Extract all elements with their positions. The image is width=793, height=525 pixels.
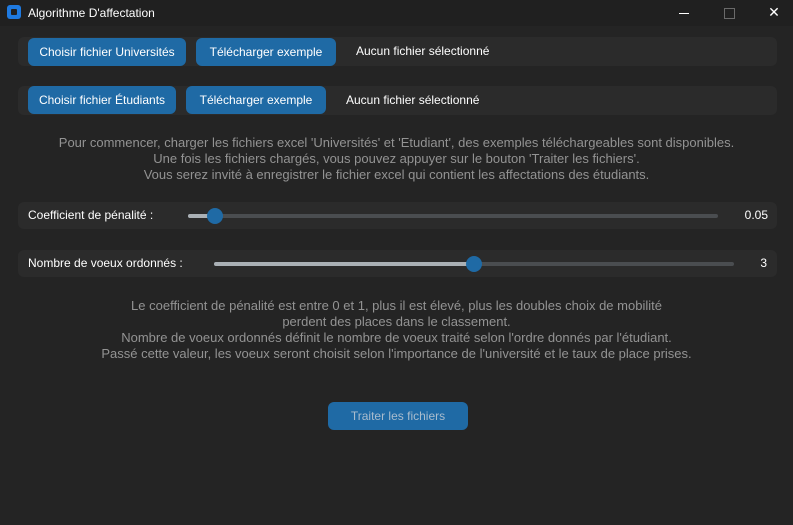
explanation-line-4: Passé cette valeur, les voeux seront cho… (101, 346, 692, 361)
maximize-button[interactable] (706, 0, 752, 26)
intro-text: Pour commencer, charger les fichiers exc… (0, 135, 793, 183)
penalty-frame: Coefficient de pénalité : 0.05 (18, 202, 777, 229)
wishes-frame: Nombre de voeux ordonnés : 3 (18, 250, 777, 277)
choose-students-button[interactable]: Choisir fichier Étudiants (28, 86, 176, 114)
penalty-label: Coefficient de pénalité : (28, 208, 154, 222)
explanation-line-3: Nombre de voeux ordonnés définit le nomb… (121, 330, 672, 345)
minimize-button[interactable] (661, 0, 707, 26)
wishes-slider-fill (214, 262, 474, 266)
universities-file-status: Aucun fichier sélectionné (356, 44, 490, 58)
choose-universities-button[interactable]: Choisir fichier Universités (28, 38, 186, 66)
intro-line-2: Une fois les fichiers chargés, vous pouv… (153, 151, 640, 166)
students-file-frame: Choisir fichier Étudiants Télécharger ex… (18, 86, 777, 115)
intro-line-3: Vous serez invité à enregistrer le fichi… (143, 167, 650, 182)
wishes-label: Nombre de voeux ordonnés : (28, 256, 183, 270)
explanation-line-1: Le coefficient de pénalité est entre 0 e… (131, 298, 662, 313)
wishes-value: 3 (760, 256, 767, 270)
window-title: Algorithme D'affectation (28, 6, 155, 20)
maximize-icon (723, 7, 735, 19)
title-bar: Algorithme D'affectation ✕ (0, 0, 793, 26)
wishes-slider[interactable] (214, 256, 734, 272)
close-button[interactable]: ✕ (751, 0, 793, 26)
explanation-text: Le coefficient de pénalité est entre 0 e… (0, 298, 793, 362)
explanation-line-2: perdent des places dans le classement. (282, 314, 511, 329)
minimize-icon (679, 12, 689, 14)
close-icon: ✕ (768, 5, 780, 21)
students-file-status: Aucun fichier sélectionné (346, 93, 480, 107)
download-students-example-button[interactable]: Télécharger exemple (186, 86, 326, 114)
app-icon (7, 5, 21, 19)
universities-file-frame: Choisir fichier Universités Télécharger … (18, 37, 777, 66)
penalty-slider-handle[interactable] (206, 208, 223, 224)
penalty-slider[interactable] (188, 208, 718, 224)
process-files-button[interactable]: Traiter les fichiers (328, 402, 468, 430)
download-universities-example-button[interactable]: Télécharger exemple (196, 38, 336, 66)
intro-line-1: Pour commencer, charger les fichiers exc… (58, 135, 735, 150)
penalty-value: 0.05 (744, 208, 768, 222)
wishes-slider-handle[interactable] (466, 256, 482, 272)
